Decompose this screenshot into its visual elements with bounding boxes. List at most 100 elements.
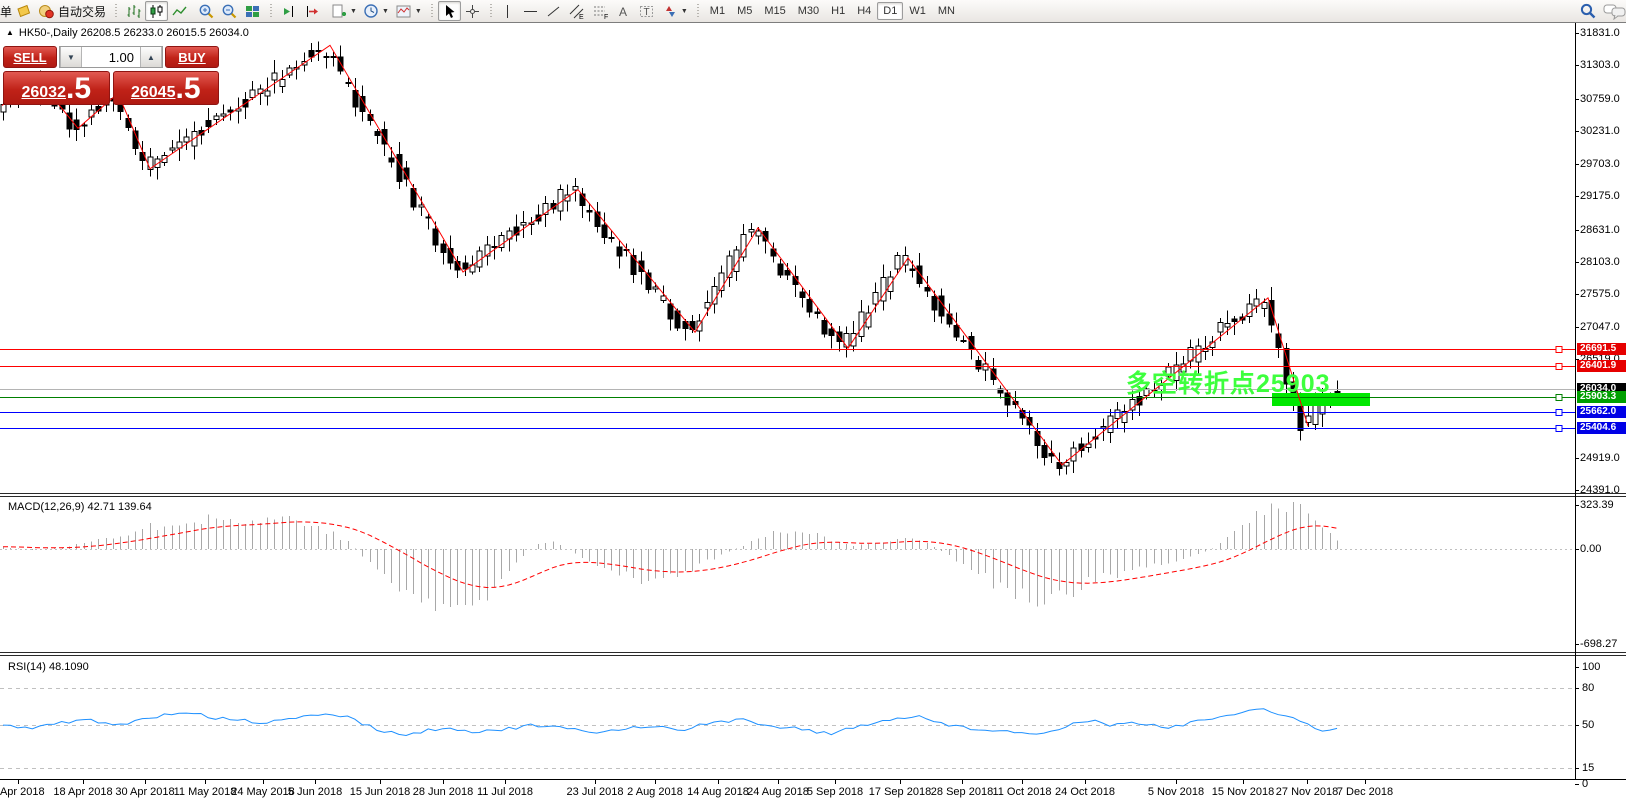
new-chart-icon: [330, 3, 348, 20]
svg-text:F: F: [604, 14, 608, 20]
horizontal-line-button[interactable]: [519, 1, 542, 21]
clock-icon: [363, 3, 380, 20]
volume-input[interactable]: 1.00: [82, 47, 140, 67]
buy-price-display[interactable]: 26045 .5: [113, 71, 220, 105]
date-axis-label: 11 Oct 2018: [992, 786, 1051, 798]
buy-button-label: BUY: [178, 50, 205, 65]
date-axis-label: 18 Apr 2018: [53, 786, 112, 798]
timeframe-button-m15[interactable]: M15: [758, 2, 791, 20]
sell-price-display[interactable]: 26032 .5: [3, 71, 110, 105]
arrows-button[interactable]: ▼: [659, 1, 691, 21]
equidistant-channel-button[interactable]: E: [565, 1, 589, 21]
collapse-triangle-icon[interactable]: ▲: [6, 28, 14, 37]
zigzag-line: [2, 45, 1308, 465]
zoom-in-button[interactable]: [195, 1, 218, 21]
price-axis-label: 28631.0: [1580, 224, 1620, 236]
buy-button[interactable]: BUY: [165, 46, 219, 68]
crosshair-icon: [464, 3, 481, 20]
price-axis-label: 28103.0: [1580, 256, 1620, 268]
timeframe-button-d1[interactable]: D1: [877, 2, 903, 20]
drawing-tools-group: E F A T ▼: [495, 0, 693, 22]
horizontal-line-icon: [522, 3, 539, 20]
cursor-icon: [441, 3, 458, 20]
svg-text:E: E: [579, 14, 584, 20]
price-line-tag[interactable]: 25404.6: [1577, 422, 1626, 434]
autoscroll-button[interactable]: [277, 1, 300, 21]
sell-price-fraction: .5: [66, 75, 91, 103]
zoom-out-button[interactable]: [218, 1, 241, 21]
candlestick-chart-button[interactable]: [145, 1, 168, 21]
new-order-button[interactable]: [12, 1, 35, 21]
search-button[interactable]: [1576, 1, 1600, 21]
turning-point-annotation[interactable]: 多空转折点25903: [1126, 364, 1331, 400]
bar-chart-button[interactable]: [122, 1, 145, 21]
timeframe-button-w1[interactable]: W1: [903, 2, 932, 20]
date-axis-label: 6 Apr 2018: [0, 786, 45, 798]
price-line-tag[interactable]: 25662.0: [1577, 406, 1626, 418]
buy-price-fraction: .5: [175, 75, 200, 103]
timeframe-button-m1[interactable]: M1: [704, 2, 731, 20]
timeframe-button-mn[interactable]: MN: [932, 2, 961, 20]
svg-text:A: A: [619, 5, 627, 19]
tile-windows-button[interactable]: [241, 1, 264, 21]
timeframe-button-h4[interactable]: H4: [851, 2, 877, 20]
trendline-button[interactable]: [542, 1, 565, 21]
rsi-axis-label: 100: [1582, 661, 1600, 673]
indicator-gridlines: [0, 550, 1575, 769]
text-button[interactable]: A: [613, 1, 635, 21]
one-click-trading-panel: SELL ▼ 1.00 ▲ BUY 26032 .5 26045 .5: [3, 46, 219, 105]
cursor-button[interactable]: [438, 1, 461, 21]
chevron-down-icon: ▼: [415, 8, 422, 15]
vertical-line-button[interactable]: [497, 1, 519, 21]
sell-price-main: 26032: [21, 83, 66, 103]
price-axis-label: 29175.0: [1580, 190, 1620, 202]
chart-shift-button[interactable]: [300, 1, 323, 21]
svg-text:T: T: [643, 7, 649, 18]
price-axis-label: 31303.0: [1580, 59, 1620, 71]
chart-type-group: [120, 0, 193, 22]
sell-button[interactable]: SELL: [3, 46, 57, 68]
autotrade-button[interactable]: 自动交易: [35, 1, 109, 21]
autotrade-icon: [38, 3, 55, 20]
candlestick-chart-icon: [148, 3, 165, 20]
date-axis-label: 24 Aug 2018: [747, 786, 809, 798]
price-line-tag[interactable]: 25903.3: [1577, 391, 1626, 403]
chat-bubbles-icon: [1603, 2, 1626, 20]
template-icon: [395, 3, 413, 20]
price-axis-label: 24919.0: [1580, 452, 1620, 464]
orders-button-partial[interactable]: 单: [0, 3, 12, 20]
autoscroll-icon: [280, 3, 297, 20]
volume-decrease-button[interactable]: ▼: [60, 47, 82, 67]
date-axis-label: 24 May 2018: [231, 786, 295, 798]
top-toolbar: 单 自动交易: [0, 0, 1626, 23]
timeframe-button-m5[interactable]: M5: [731, 2, 758, 20]
spin-up-icon: ▲: [147, 53, 155, 62]
new-chart-button[interactable]: ▼: [327, 1, 360, 21]
rsi-axis-label: 0: [1582, 778, 1588, 790]
scroll-group: [275, 0, 325, 22]
price-axis-label: 30759.0: [1580, 93, 1620, 105]
date-axis-label: 15 Nov 2018: [1212, 786, 1274, 798]
date-axis-label: 30 Apr 2018: [115, 786, 174, 798]
timeframe-button-m30[interactable]: M30: [792, 2, 825, 20]
equidistant-channel-icon: E: [568, 3, 586, 20]
sell-button-label: SELL: [13, 50, 46, 65]
templates-button[interactable]: ▼: [392, 1, 425, 21]
price-line-tag[interactable]: 26691.5: [1577, 343, 1626, 355]
fibonacci-button[interactable]: F: [589, 1, 613, 21]
price-line-tag[interactable]: 26401.9: [1577, 360, 1626, 372]
crosshair-button[interactable]: [461, 1, 484, 21]
chat-button[interactable]: [1600, 1, 1626, 21]
volume-increase-button[interactable]: ▲: [140, 47, 162, 67]
main-chart-canvas[interactable]: [0, 0, 1626, 809]
timeframe-button-h1[interactable]: H1: [825, 2, 851, 20]
periods-button[interactable]: ▼: [360, 1, 392, 21]
trade-panel-price-row: 26032 .5 26045 .5: [3, 71, 219, 105]
text-label-button[interactable]: T: [635, 1, 659, 21]
rsi-line: [3, 709, 1337, 736]
date-axis-label: 15 Jun 2018: [350, 786, 411, 798]
date-axis-label: 24 Oct 2018: [1055, 786, 1115, 798]
buy-price-main: 26045: [131, 83, 176, 103]
line-chart-button[interactable]: [168, 1, 191, 21]
line-chart-icon: [171, 3, 188, 20]
